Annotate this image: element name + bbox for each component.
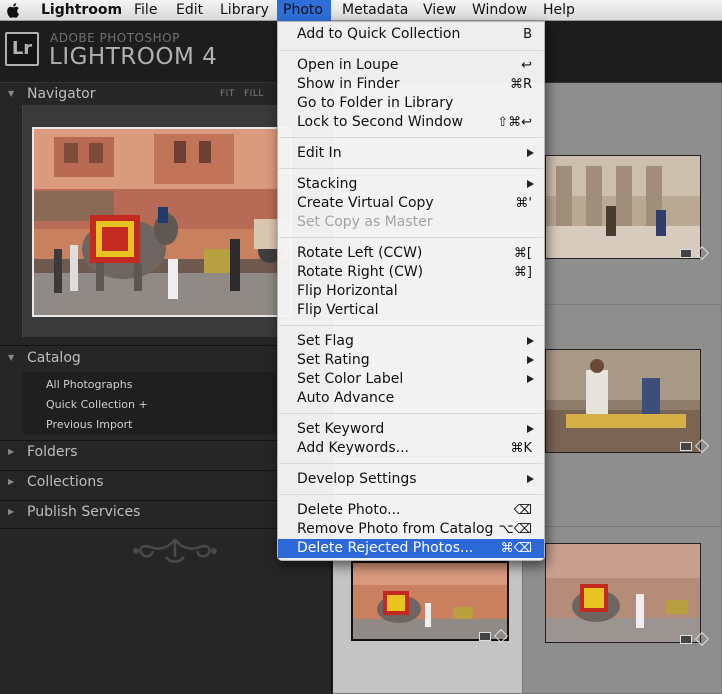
- menu-separator: [279, 494, 543, 495]
- menu-separator: [279, 137, 543, 138]
- catalog-title: Catalog: [27, 350, 81, 366]
- submenu-arrow-icon: [527, 356, 534, 364]
- apple-logo-icon[interactable]: [6, 2, 22, 19]
- grid-cell[interactable]: [523, 527, 722, 694]
- photo-thumbnail[interactable]: [545, 155, 701, 259]
- menu-item-remove-photo-from-catalog[interactable]: Remove Photo from Catalog ⌥⌫: [278, 520, 544, 539]
- menu-separator: [279, 237, 543, 238]
- folders-title: Folders: [27, 444, 78, 460]
- catalog-item-all-photographs[interactable]: All Photographs: [46, 378, 132, 391]
- menu-item-auto-advance[interactable]: Auto Advance: [278, 389, 544, 408]
- menu-separator: [279, 168, 543, 169]
- panel-end-ornament-icon: [133, 538, 217, 563]
- menu-item-create-virtual-copy[interactable]: Create Virtual Copy ⌘': [278, 194, 544, 213]
- menu-item-rotate-left[interactable]: Rotate Left (CCW) ⌘[: [278, 244, 544, 263]
- menu-item-flip-horizontal[interactable]: Flip Horizontal: [278, 282, 544, 301]
- menu-item-develop-settings[interactable]: Develop Settings: [278, 470, 544, 489]
- lightroom-logo: Lr: [5, 32, 39, 66]
- submenu-arrow-icon: [527, 475, 534, 483]
- menu-item-delete-photo[interactable]: Delete Photo... ⌫: [278, 501, 544, 520]
- catalog-item-quick-collection[interactable]: Quick Collection +: [46, 398, 148, 411]
- photo-thumbnail[interactable]: [351, 561, 509, 641]
- menu-separator: [279, 463, 543, 464]
- delete-key-icon: ⌫: [513, 503, 532, 518]
- menu-library[interactable]: Library: [214, 0, 275, 21]
- menu-bar: Lightroom File Edit Library Photo Metada…: [0, 0, 722, 21]
- menu-item-stacking[interactable]: Stacking: [278, 175, 544, 194]
- menu-item-set-rating[interactable]: Set Rating: [278, 351, 544, 370]
- publish-services-title: Publish Services: [27, 504, 141, 520]
- menu-help[interactable]: Help: [537, 0, 581, 21]
- menu-item-delete-rejected-photos[interactable]: Delete Rejected Photos... ⌘⌫: [278, 539, 544, 558]
- triangle-down-icon: ▼: [8, 353, 15, 362]
- menu-item-set-copy-as-master: Set Copy as Master: [297, 214, 433, 230]
- submenu-arrow-icon: [527, 425, 534, 433]
- grid-cell[interactable]: [523, 83, 722, 305]
- zoom-fit-button[interactable]: FIT: [220, 89, 235, 99]
- menu-view[interactable]: View: [417, 0, 462, 21]
- zoom-fill-button[interactable]: FILL: [244, 89, 264, 99]
- navigator-title: Navigator: [27, 86, 96, 102]
- menu-item-show-in-finder[interactable]: Show in Finder ⌘R: [278, 75, 544, 94]
- menu-metadata[interactable]: Metadata: [336, 0, 414, 21]
- metadata-badge-icon[interactable]: [479, 632, 491, 641]
- return-key-icon: ↩: [521, 58, 532, 73]
- menu-item-add-to-quick-collection[interactable]: Add to Quick Collection B: [278, 25, 544, 44]
- brand-title: LIGHTROOM 4: [49, 44, 218, 70]
- menu-item-lock-to-second-window[interactable]: Lock to Second Window ⇧⌘↩: [278, 113, 544, 132]
- metadata-badge-icon[interactable]: [680, 249, 692, 258]
- menu-file[interactable]: File: [128, 0, 163, 21]
- triangle-down-icon: ▼: [8, 89, 15, 98]
- photo-menu-dropdown: Add to Quick Collection B Open in Loupe ↩ …: [277, 21, 545, 561]
- triangle-right-icon: ▶: [8, 447, 15, 456]
- grid-cell[interactable]: [523, 305, 722, 527]
- menu-separator: [279, 325, 543, 326]
- collections-title: Collections: [27, 474, 104, 490]
- menu-item-edit-in[interactable]: Edit In: [278, 144, 544, 163]
- menu-item-set-color-label[interactable]: Set Color Label: [278, 370, 544, 389]
- metadata-badge-icon[interactable]: [680, 635, 692, 644]
- menu-lightroom[interactable]: Lightroom: [35, 0, 128, 21]
- photo-thumbnail[interactable]: [545, 543, 701, 643]
- photo-thumbnail[interactable]: [545, 349, 701, 453]
- menu-separator: [279, 50, 543, 51]
- brand-subtitle: ADOBE PHOTOSHOP: [50, 31, 180, 45]
- menu-edit[interactable]: Edit: [170, 0, 209, 21]
- submenu-arrow-icon: [527, 337, 534, 345]
- menu-item-rotate-right[interactable]: Rotate Right (CW) ⌘]: [278, 263, 544, 282]
- menu-item-flip-vertical[interactable]: Flip Vertical: [278, 301, 544, 320]
- navigator-preview-image[interactable]: [32, 127, 292, 317]
- submenu-arrow-icon: [527, 149, 534, 157]
- submenu-arrow-icon: [527, 375, 534, 383]
- submenu-arrow-icon: [527, 180, 534, 188]
- metadata-badge-icon[interactable]: [680, 442, 692, 451]
- menu-item-go-to-folder-in-library[interactable]: Go to Folder in Library: [278, 94, 544, 113]
- menu-window[interactable]: Window: [466, 0, 533, 21]
- menu-photo[interactable]: Photo: [277, 0, 331, 21]
- menu-item-open-in-loupe[interactable]: Open in Loupe ↩: [278, 56, 544, 75]
- menu-item-set-keyword[interactable]: Set Keyword: [278, 420, 544, 439]
- menu-item-add-keywords[interactable]: Add Keywords... ⌘K: [278, 439, 544, 458]
- menu-item-set-flag[interactable]: Set Flag: [278, 332, 544, 351]
- catalog-item-previous-import[interactable]: Previous Import: [46, 418, 133, 431]
- triangle-right-icon: ▶: [8, 507, 15, 516]
- menu-separator: [279, 413, 543, 414]
- triangle-right-icon: ▶: [8, 477, 15, 486]
